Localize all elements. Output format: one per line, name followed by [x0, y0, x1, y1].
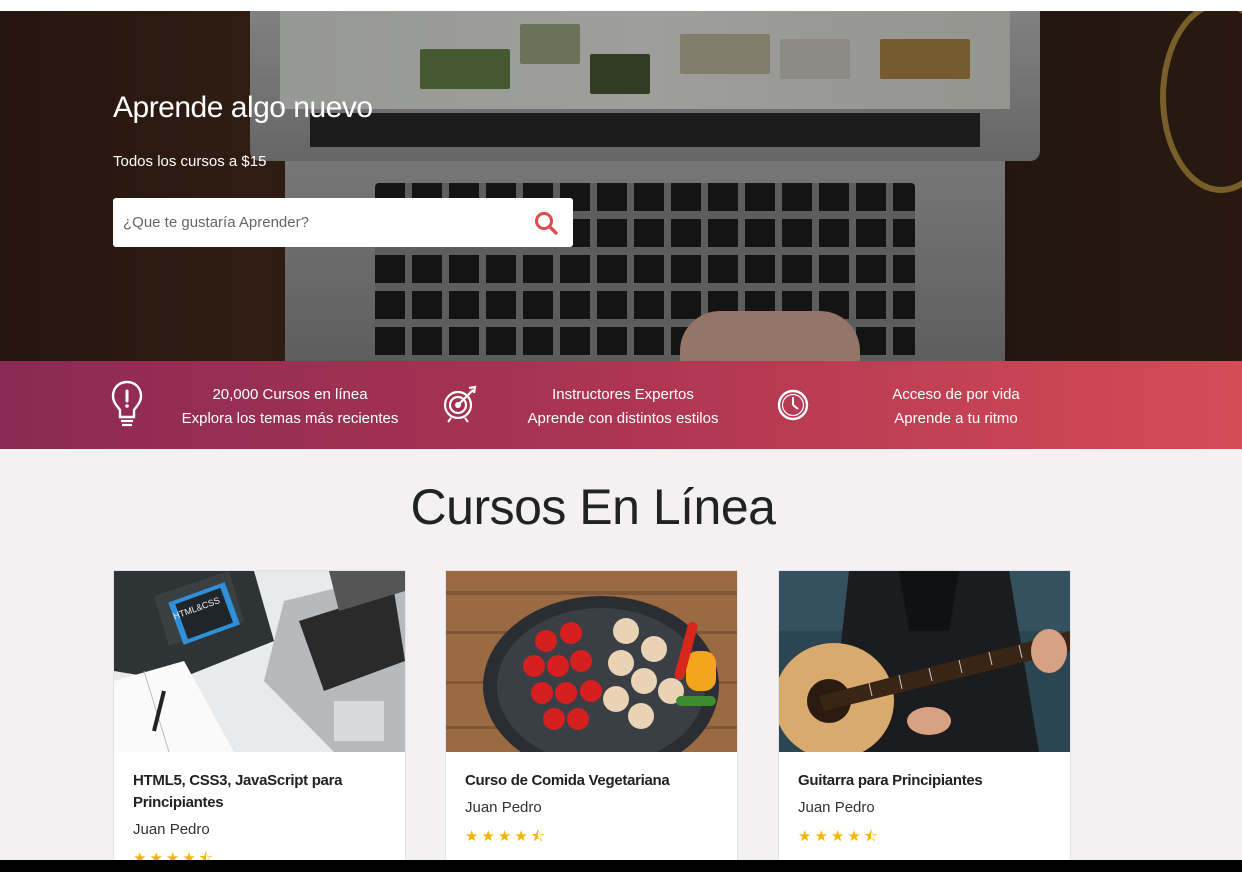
feature-courses-subtitle: Explora los temas más recientes [181, 410, 399, 427]
search-icon[interactable] [533, 210, 559, 236]
lightbulb-icon [110, 379, 144, 436]
rating-stars: ★★★★⯪ [465, 828, 548, 845]
feature-instructors-subtitle: Aprende con distintos estilos [527, 410, 719, 427]
feature-access-subtitle: Aprende a tu ritmo [894, 410, 1018, 427]
top-strip [0, 0, 1242, 11]
course-author: Juan Pedro [133, 821, 210, 838]
features-banner: 20,000 Cursos en línea Explora los temas… [0, 361, 1242, 449]
feature-courses-title: 20,000 Cursos en línea [212, 386, 368, 403]
feature-instructors: Instructores Expertos Aprende con distin… [443, 361, 733, 449]
course-author: Juan Pedro [798, 799, 875, 816]
search-input[interactable] [113, 198, 513, 247]
course-card-html[interactable]: HTML&CSS HTML5, CSS3, JavaScript para Pr… [113, 570, 406, 870]
target-icon [443, 385, 477, 428]
hero-subtitle: Todos los cursos a $15 [113, 153, 267, 170]
feature-instructors-title: Instructores Expertos [552, 386, 694, 403]
laptop-notebook-photo: HTML&CSS [114, 571, 405, 752]
course-title[interactable]: Guitarra para Principiantes [798, 770, 1053, 792]
course-title[interactable]: Curso de Comida Vegetariana [465, 770, 720, 792]
course-card-guitar[interactable]: Guitarra para Principiantes Juan Pedro ★… [778, 570, 1071, 870]
feature-access-title: Acceso de por vida [892, 386, 1020, 403]
clock-icon [776, 388, 810, 427]
search-form [113, 198, 573, 247]
bottom-bar [0, 860, 1242, 872]
hero-title: Aprende algo nuevo [113, 91, 373, 124]
course-card-vegetarian[interactable]: Curso de Comida Vegetariana Juan Pedro ★… [445, 570, 738, 870]
rating-stars: ★★★★⯪ [798, 828, 881, 845]
feature-courses: 20,000 Cursos en línea Explora los temas… [110, 361, 410, 449]
guitar-player-photo [779, 571, 1070, 752]
course-title[interactable]: HTML5, CSS3, JavaScript para Principiant… [133, 770, 388, 814]
hero-section: Aprende algo nuevo Todos los cursos a $1… [0, 11, 1242, 361]
section-title: Cursos En Línea [410, 479, 776, 535]
vegetables-pot-photo [446, 571, 737, 752]
feature-access: Acceso de por vida Aprende a tu ritmo [776, 361, 1056, 449]
course-author: Juan Pedro [465, 799, 542, 816]
